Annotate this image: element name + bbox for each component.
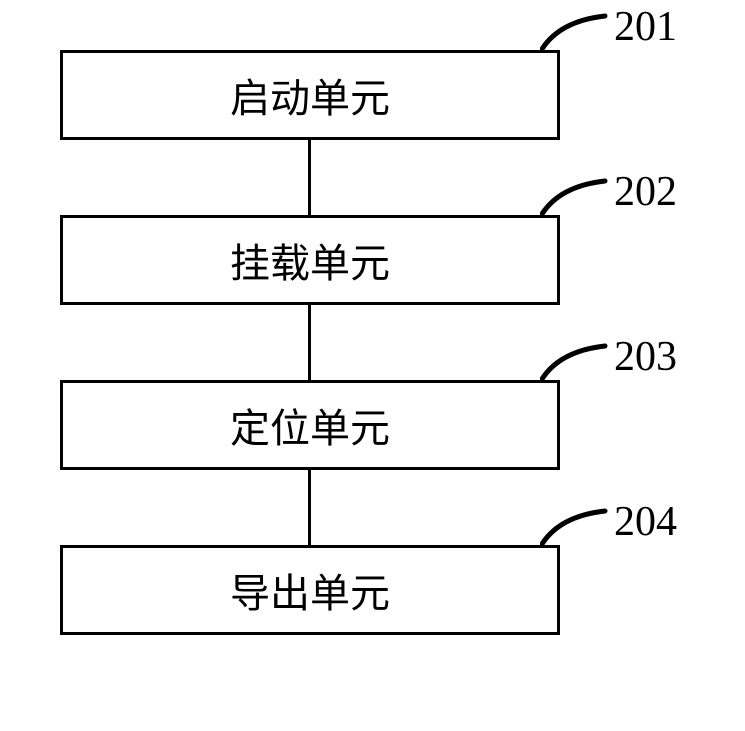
callout-number: 203 bbox=[614, 333, 677, 381]
block-label: 挂载单元 bbox=[230, 231, 390, 289]
connector-line bbox=[308, 140, 311, 215]
callout-curve-icon bbox=[540, 11, 610, 51]
callout-curve-icon bbox=[540, 341, 610, 381]
callout-202: 202 bbox=[540, 176, 677, 216]
connector-line bbox=[308, 470, 311, 545]
block-label: 导出单元 bbox=[230, 561, 390, 619]
block-label: 定位单元 bbox=[230, 396, 390, 454]
block-startup-unit: 201 启动单元 bbox=[60, 50, 560, 140]
block-export-unit: 204 导出单元 bbox=[60, 545, 560, 635]
callout-number: 201 bbox=[614, 3, 677, 51]
block-mount-unit: 202 挂载单元 bbox=[60, 215, 560, 305]
block-label: 启动单元 bbox=[230, 66, 390, 124]
callout-curve-icon bbox=[540, 506, 610, 546]
callout-curve-icon bbox=[540, 176, 610, 216]
callout-204: 204 bbox=[540, 506, 677, 546]
callout-201: 201 bbox=[540, 11, 677, 51]
block-locate-unit: 203 定位单元 bbox=[60, 380, 560, 470]
callout-203: 203 bbox=[540, 341, 677, 381]
connector-line bbox=[308, 305, 311, 380]
callout-number: 204 bbox=[614, 498, 677, 546]
flowchart-diagram: 201 启动单元 202 挂载单元 203 定位单元 bbox=[60, 50, 690, 635]
callout-number: 202 bbox=[614, 168, 677, 216]
